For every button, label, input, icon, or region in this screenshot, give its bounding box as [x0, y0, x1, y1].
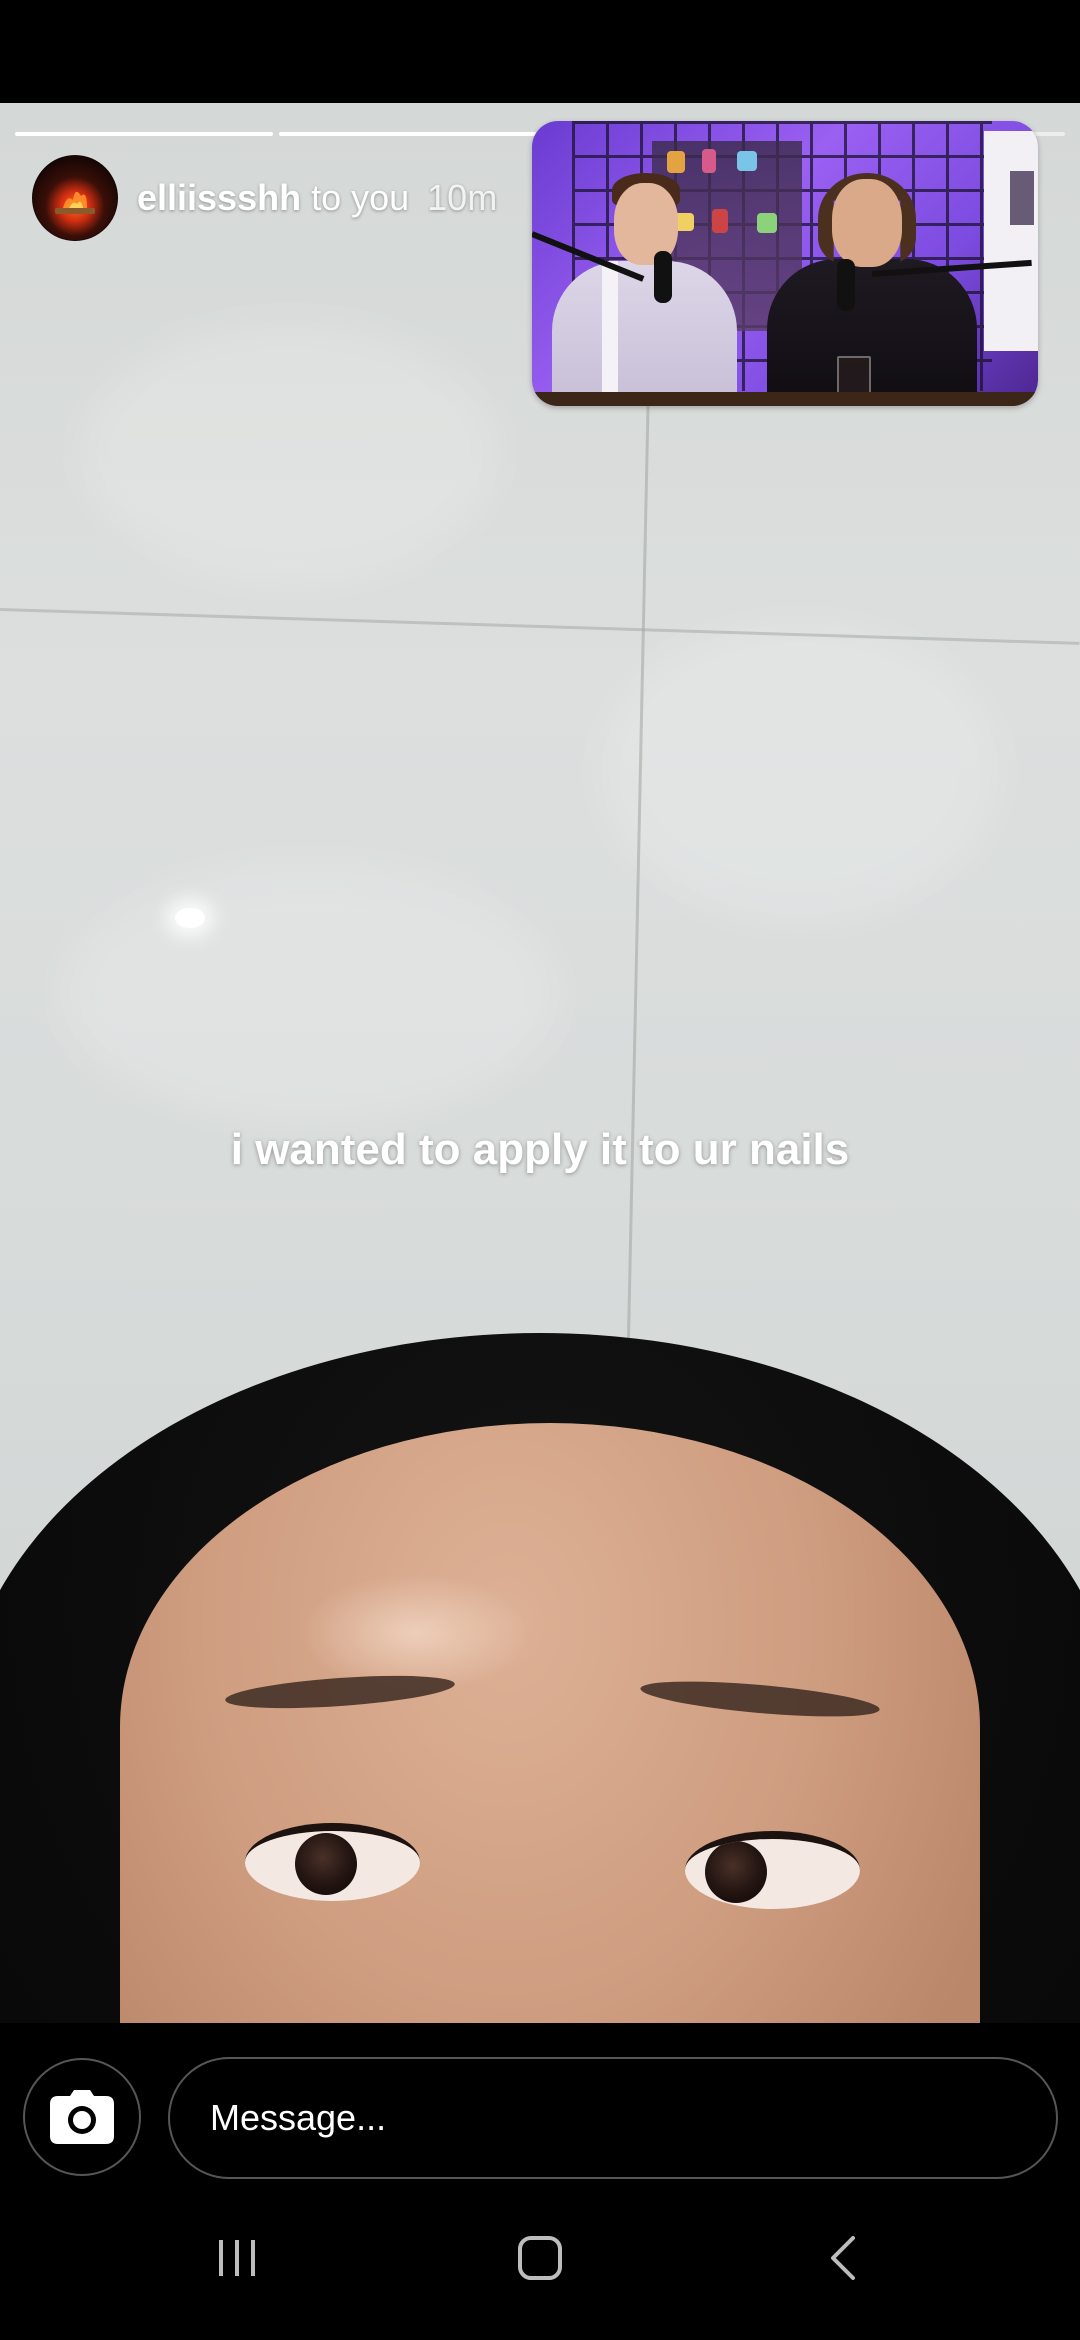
right-eye	[685, 1831, 860, 1909]
camera-button[interactable]	[23, 2058, 141, 2176]
username[interactable]: elliissshh	[137, 177, 301, 218]
back-button[interactable]	[802, 2223, 882, 2293]
status-bar	[0, 0, 1080, 103]
recents-icon	[219, 2240, 255, 2276]
audience-label: to you	[311, 177, 410, 218]
message-input[interactable]: Message...	[168, 2057, 1058, 2179]
story-header: elliissshh to you 10m	[137, 177, 497, 219]
video-sticker[interactable]	[532, 121, 1038, 406]
home-icon	[518, 2236, 562, 2280]
progress-segment	[279, 132, 537, 136]
story-viewer[interactable]: elliissshh to you 10m i wanted to apply it…	[0, 103, 1080, 2023]
camera-icon	[50, 2090, 114, 2144]
reply-bar: Message...	[0, 2023, 1080, 2183]
back-icon	[831, 2236, 855, 2280]
story-caption: i wanted to apply it to ur nails	[230, 1125, 850, 1174]
system-navigation-bar	[0, 2183, 1080, 2340]
recents-button[interactable]	[197, 2223, 277, 2293]
timestamp: 10m	[427, 177, 498, 218]
fireplace-icon	[55, 191, 95, 214]
avatar[interactable]	[32, 155, 118, 241]
left-eye	[245, 1823, 420, 1901]
progress-segment	[15, 132, 273, 136]
home-button[interactable]	[500, 2223, 580, 2293]
